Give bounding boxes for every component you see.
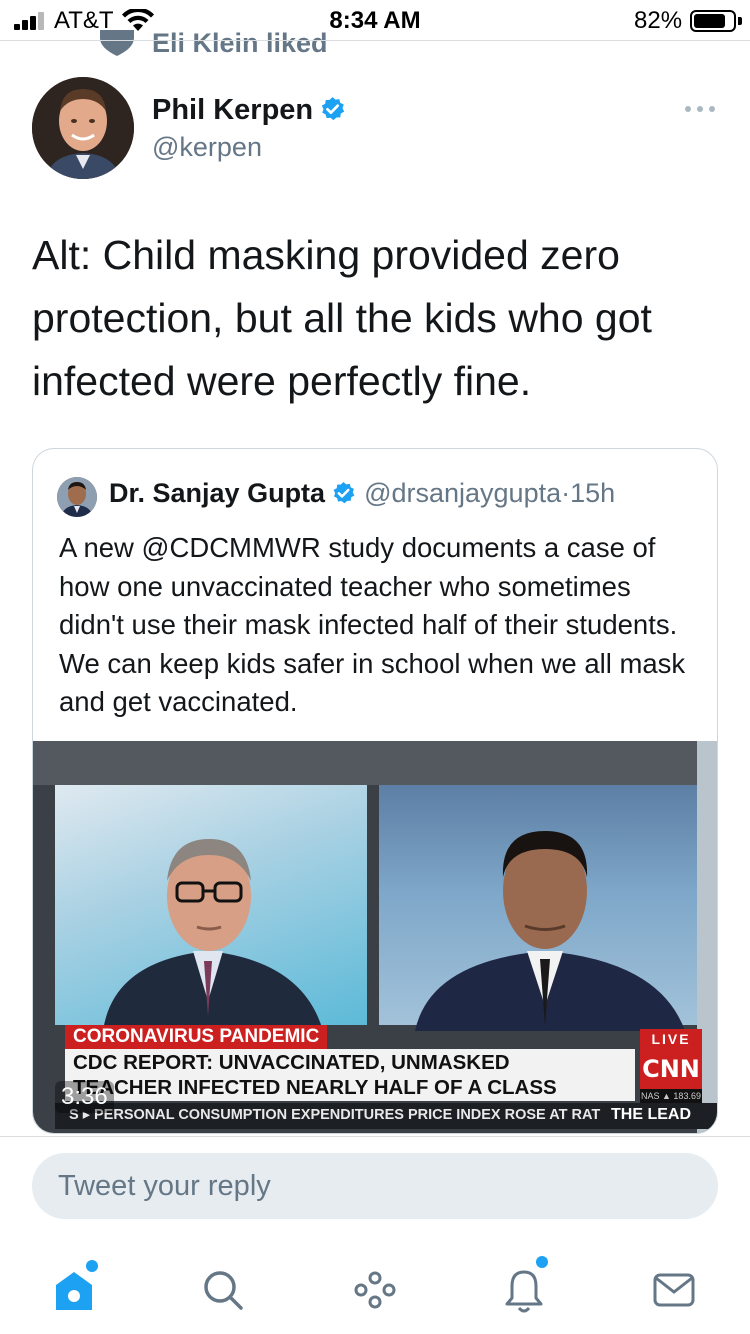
heart-icon: [100, 30, 134, 56]
video-headline-line2: TEACHER INFECTED NEARLY HALF OF A CLASS: [73, 1076, 557, 1099]
author-avatar-image: [32, 77, 134, 179]
spaces-icon: [354, 1271, 396, 1309]
notifications-icon: [505, 1270, 543, 1313]
tab-home[interactable]: [44, 1260, 104, 1320]
verified-badge-icon: [321, 97, 345, 121]
quoted-tweet-header: Dr. Sanjay Gupta @drsanjaygupta·15h: [109, 478, 615, 509]
reply-bar[interactable]: [32, 1153, 718, 1219]
tweet-text: Alt: Child masking provided zero protect…: [32, 232, 652, 404]
video-left-person: [103, 839, 323, 1031]
quoted-author-avatar-image: [57, 477, 97, 517]
video-lower-third: CORONAVIRUS PANDEMIC CDC REPORT: UNVACCI…: [55, 1021, 717, 1133]
cnn-logo: CNN: [640, 1049, 702, 1089]
video-ticker: S ▸ PERSONAL CONSUMPTION EXPENDITURES PR…: [55, 1103, 717, 1129]
search-icon: [204, 1271, 243, 1310]
social-context-text: Eli Klein liked: [152, 30, 328, 56]
bottom-tab-bar: [0, 1240, 750, 1334]
author-handle[interactable]: @kerpen: [152, 132, 262, 163]
video-player[interactable]: CORONAVIRUS PANDEMIC CDC REPORT: UNVACCI…: [33, 741, 717, 1133]
tab-search[interactable]: [193, 1260, 253, 1320]
author-name: Phil Kerpen: [152, 94, 314, 126]
quoted-tweet-card[interactable]: Dr. Sanjay Gupta @drsanjaygupta·15h A ne…: [32, 448, 718, 1134]
quoted-author-handle[interactable]: @drsanjaygupta: [364, 478, 561, 508]
quoted-meta-separator: ·: [561, 478, 571, 508]
author-name-row[interactable]: Phil Kerpen: [152, 94, 346, 127]
quoted-tweet-age: 15h: [570, 478, 616, 508]
quoted-author-avatar[interactable]: [57, 477, 97, 517]
video-duration: 3:36: [55, 1081, 114, 1113]
home-badge-dot: [86, 1260, 98, 1272]
video-show-name: THE LEAD: [611, 1106, 691, 1123]
video-studio-ceiling: [33, 741, 717, 785]
quoted-author-name[interactable]: Dr. Sanjay Gupta: [109, 478, 325, 508]
quoted-verified-badge-icon: [333, 482, 355, 504]
video-banner-topic: CORONAVIRUS PANDEMIC: [65, 1025, 328, 1049]
reply-divider: [0, 1136, 750, 1137]
video-right-person: [415, 831, 685, 1031]
video-market-label: NAS ▲ 183.69: [640, 1089, 702, 1103]
battery-icon: [690, 10, 736, 32]
tab-spaces[interactable]: [345, 1260, 405, 1320]
social-context[interactable]: Eli Klein liked: [100, 30, 500, 56]
quoted-tweet-text: A new @CDCMMWR study documents a case of…: [59, 532, 686, 717]
battery-cap: [738, 17, 742, 25]
video-ticker-text: S ▸ PERSONAL CONSUMPTION EXPENDITURES PR…: [69, 1107, 601, 1123]
messages-icon: [653, 1273, 695, 1307]
notifications-badge-dot: [536, 1256, 548, 1268]
reply-input[interactable]: [58, 1153, 698, 1219]
video-headline-line1: CDC REPORT: UNVACCINATED, UNMASKED: [73, 1051, 510, 1074]
battery-percent: 82%: [634, 7, 683, 34]
header-divider: [0, 40, 750, 41]
video-headline: CDC REPORT: UNVACCINATED, UNMASKED TEACH…: [65, 1049, 635, 1101]
battery-level-fill: [694, 14, 726, 28]
more-options-icon[interactable]: [684, 105, 716, 113]
tab-messages[interactable]: [644, 1260, 704, 1320]
author-avatar[interactable]: [32, 77, 134, 179]
video-live-label: LIVE: [640, 1029, 702, 1049]
tab-notifications[interactable]: [494, 1256, 554, 1320]
